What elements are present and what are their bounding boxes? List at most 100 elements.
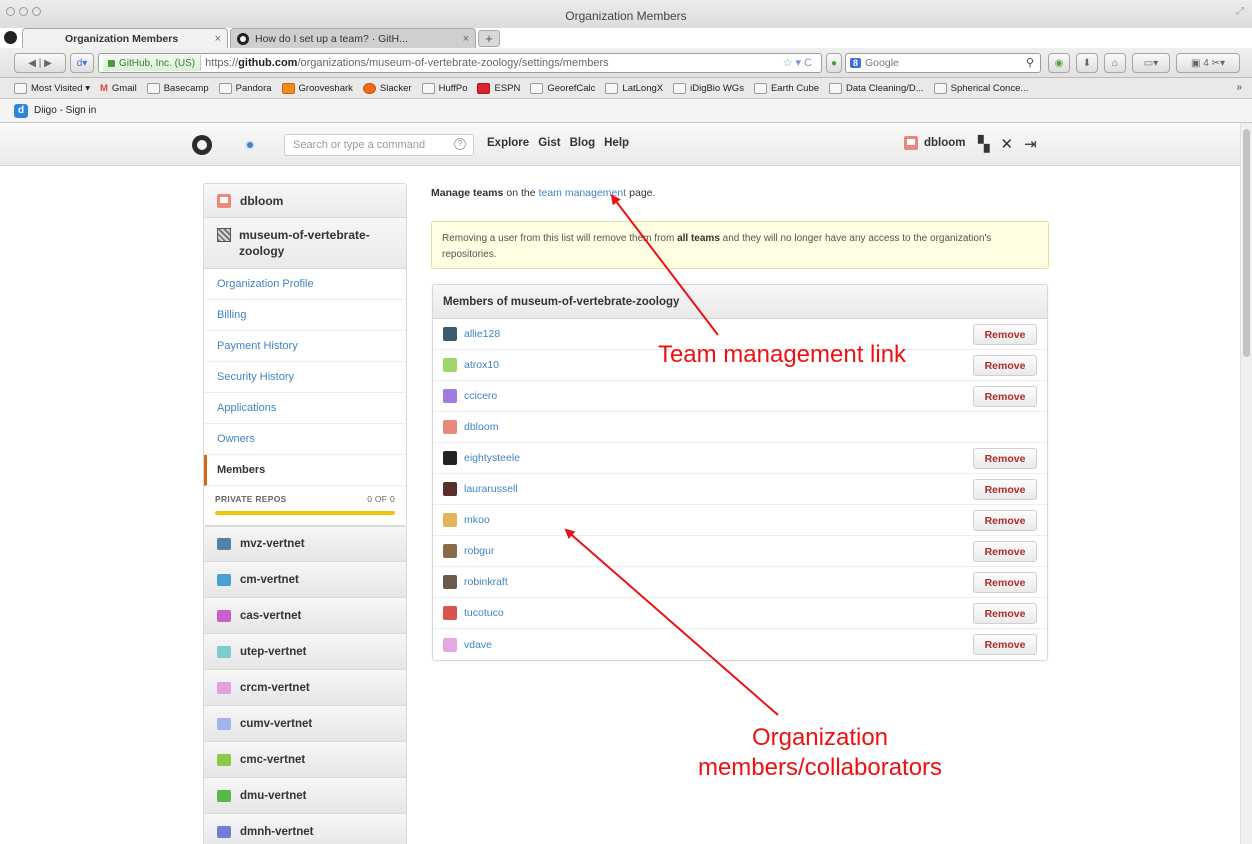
address-bar[interactable]: GitHub, Inc. (US) https://github.com/org…	[98, 53, 822, 73]
remove-member-button[interactable]: Remove	[973, 510, 1037, 531]
remove-member-button[interactable]: Remove	[973, 324, 1037, 345]
search-help-icon[interactable]: ?	[454, 138, 466, 150]
bookmarks-overflow-icon[interactable]: »	[1236, 82, 1242, 93]
remove-member-button[interactable]: Remove	[973, 386, 1037, 407]
sidebar-item-applications[interactable]: Applications	[204, 393, 406, 424]
back-forward-button[interactable]: ◀ | ▶	[14, 53, 66, 73]
bookmark-slacker[interactable]: Slacker	[362, 82, 412, 94]
nav-gist-link[interactable]: Gist	[538, 137, 560, 149]
notifications-icon[interactable]	[247, 142, 253, 148]
downloads-icon[interactable]: ⬇	[1076, 53, 1098, 73]
team-item-utep-vertnet[interactable]: utep-vertnet	[203, 634, 407, 670]
browser-search-input[interactable]: 8 Google ⚲	[845, 53, 1041, 73]
member-avatar[interactable]	[443, 389, 457, 403]
member-username-link[interactable]: ccicero	[464, 390, 497, 402]
member-username-link[interactable]: vdave	[464, 639, 492, 651]
member-avatar[interactable]	[443, 575, 457, 589]
bookmark-huffpo[interactable]: HuffPo	[421, 82, 467, 94]
bookmark-espn[interactable]: ESPN	[477, 82, 520, 94]
nav-help-link[interactable]: Help	[604, 137, 629, 149]
tab-organization-members[interactable]: Organization Members ×	[22, 28, 228, 48]
team-item-dmu-vertnet[interactable]: dmu-vertnet	[203, 778, 407, 814]
sign-out-icon[interactable]: ⇥	[1024, 135, 1037, 153]
remove-member-button[interactable]: Remove	[973, 634, 1037, 655]
bookmark-spherical-conce[interactable]: Spherical Conce...	[933, 82, 1028, 94]
member-username-link[interactable]: eightysteele	[464, 452, 520, 464]
sidebar-item-payment-history[interactable]: Payment History	[204, 331, 406, 362]
screen-menu-icon[interactable]: ▭▾	[1132, 53, 1170, 73]
site-identity-badge[interactable]: GitHub, Inc. (US)	[103, 55, 202, 71]
tab-how-to-setup-team[interactable]: How do I set up a team? · GitH... ×	[230, 28, 476, 48]
user-menu[interactable]: dbloom	[904, 136, 966, 150]
page-scrollbar[interactable]	[1240, 123, 1252, 844]
remove-member-button[interactable]: Remove	[973, 479, 1037, 500]
team-item-cumv-vertnet[interactable]: cumv-vertnet	[203, 706, 407, 742]
team-item-cas-vertnet[interactable]: cas-vertnet	[203, 598, 407, 634]
member-avatar[interactable]	[443, 637, 457, 652]
new-tab-button[interactable]: +	[478, 30, 500, 47]
member-avatar[interactable]	[443, 358, 457, 372]
team-item-crcm-vertnet[interactable]: crcm-vertnet	[203, 670, 407, 706]
member-username-link[interactable]: allie128	[464, 328, 500, 340]
member-avatar[interactable]	[443, 606, 457, 620]
member-avatar[interactable]	[443, 327, 457, 341]
settings-tools-icon[interactable]: ✕	[1001, 135, 1014, 153]
bookmark-star-icon[interactable]: ☆▾C	[783, 56, 815, 69]
member-username-link[interactable]: robinkraft	[464, 576, 508, 588]
account-switch-organization[interactable]: museum-of-vertebrate-zoology	[204, 218, 406, 269]
extensions-icon[interactable]: ▣ 4 ✂▾	[1176, 53, 1240, 73]
sidebar-item-billing[interactable]: Billing	[204, 300, 406, 331]
sidebar-item-organization-profile[interactable]: Organization Profile	[204, 269, 406, 300]
member-username-link[interactable]: mkoo	[464, 514, 490, 526]
close-tab-icon[interactable]: ×	[215, 33, 221, 45]
diigo-sign-in-link[interactable]: Diigo - Sign in	[34, 105, 96, 116]
bookmark-idigbio-wgs[interactable]: iDigBio WGs	[673, 82, 744, 94]
team-item-cm-vertnet[interactable]: cm-vertnet	[203, 562, 407, 598]
bookmark-pandora[interactable]: Pandora	[218, 82, 272, 94]
github-search-input[interactable]: Search or type a command ?	[284, 134, 474, 156]
team-management-link[interactable]: team management	[539, 187, 627, 199]
bookmark-latlongx[interactable]: LatLongX	[605, 82, 663, 94]
username-link[interactable]: dbloom	[924, 137, 966, 149]
home-icon[interactable]: ⌂	[1104, 53, 1126, 73]
member-avatar[interactable]	[443, 544, 457, 558]
scrollbar-thumb[interactable]	[1243, 129, 1250, 357]
member-avatar[interactable]	[443, 420, 457, 434]
search-engine-icon[interactable]: 8	[850, 58, 862, 68]
remove-member-button[interactable]: Remove	[973, 448, 1037, 469]
member-username-link[interactable]: robgur	[464, 545, 494, 557]
nav-explore-link[interactable]: Explore	[487, 137, 529, 149]
remove-member-button[interactable]: Remove	[973, 355, 1037, 376]
member-avatar[interactable]	[443, 482, 457, 496]
bookmark-georefcalc[interactable]: GeorefCalc	[530, 82, 595, 94]
bookmark-gmail[interactable]: M Gmail	[100, 83, 137, 94]
remove-member-button[interactable]: Remove	[973, 572, 1037, 593]
account-switch-personal[interactable]: dbloom	[204, 184, 406, 218]
diigo-toolbar-button[interactable]: d▾	[70, 53, 94, 73]
github-octocat-icon[interactable]	[192, 135, 212, 155]
member-avatar[interactable]	[443, 513, 457, 527]
bookmark-basecamp[interactable]: Basecamp	[146, 82, 209, 94]
team-item-dmnh-vertnet[interactable]: dmnh-vertnet	[203, 814, 407, 844]
bookmark-earth-cube[interactable]: Earth Cube	[753, 82, 819, 94]
bookmark-grooveshark[interactable]: Grooveshark	[281, 82, 353, 94]
sidebar-item-owners[interactable]: Owners	[204, 424, 406, 455]
reader-icon[interactable]: ●	[826, 53, 842, 73]
member-username-link[interactable]: dbloom	[464, 421, 498, 433]
member-username-link[interactable]: tucotuco	[464, 607, 504, 619]
member-avatar[interactable]	[443, 451, 457, 465]
member-username-link[interactable]: atrox10	[464, 359, 499, 371]
close-tab-icon[interactable]: ×	[463, 33, 469, 45]
member-username-link[interactable]: laurarussell	[464, 483, 518, 495]
team-item-cmc-vertnet[interactable]: cmc-vertnet	[203, 742, 407, 778]
fullscreen-icon[interactable]: ⤢	[1236, 6, 1244, 17]
nav-blog-link[interactable]: Blog	[570, 137, 596, 149]
sidebar-item-members[interactable]: Members	[204, 455, 406, 486]
remove-member-button[interactable]: Remove	[973, 541, 1037, 562]
bookmark-data-cleaning[interactable]: Data Cleaning/D...	[829, 82, 924, 94]
addon-icon[interactable]: ◉	[1048, 53, 1070, 73]
remove-member-button[interactable]: Remove	[973, 603, 1037, 624]
sidebar-item-security-history[interactable]: Security History	[204, 362, 406, 393]
team-item-mvz-vertnet[interactable]: mvz-vertnet	[203, 526, 407, 562]
search-icon[interactable]: ⚲	[1026, 56, 1034, 69]
